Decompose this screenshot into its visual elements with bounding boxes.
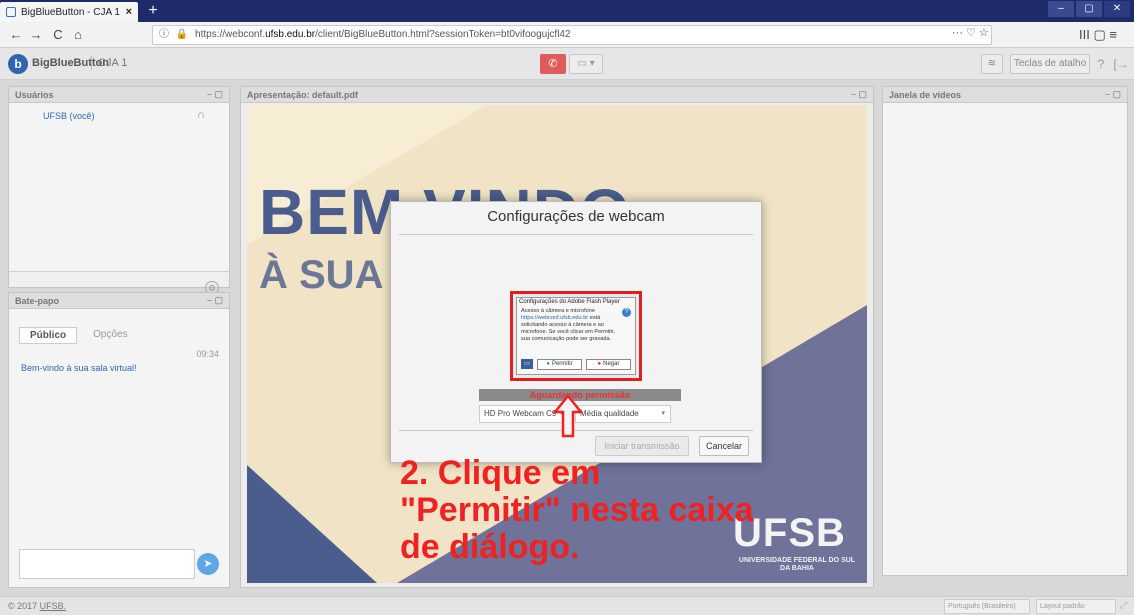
deny-button[interactable]: ● Negar xyxy=(586,358,631,370)
videos-panel-title: Janela de vídeos xyxy=(889,90,962,100)
headset-icon: ∩ xyxy=(197,109,205,121)
flash-permission-panel: Configurações do Adobe Flash Player ? Ac… xyxy=(516,297,636,375)
dialog-divider xyxy=(399,234,753,235)
audio-phone-button[interactable]: ✆ xyxy=(540,54,566,74)
bbb-header: b BigBlueButton CJA 1 ✆ ▭ ▾ ≋ Teclas de … xyxy=(0,48,1134,80)
help-icon[interactable]: ? xyxy=(1092,54,1110,74)
fullscreen-icon[interactable]: ⤢ xyxy=(1120,600,1127,611)
users-panel: Usuários – ▢ UFSB (você) ∩ ⚙ xyxy=(8,86,230,295)
tab-close-icon[interactable]: × xyxy=(126,6,132,18)
info-icon[interactable]: ⓘ xyxy=(159,29,169,40)
maximize-button[interactable]: ▢ xyxy=(1076,1,1102,17)
lock-icon: 🔒 xyxy=(175,29,189,40)
browser-tab-bar: BigBlueButton - CJA 1 × + – ▢ ✕ xyxy=(0,0,1134,22)
cancel-button[interactable]: Cancelar xyxy=(699,436,749,456)
videos-panel-controls[interactable]: – ▢ xyxy=(1105,89,1121,100)
forward-button[interactable]: → xyxy=(26,26,46,44)
presentation-panel-title: Apresentação: default.pdf xyxy=(247,90,359,100)
browser-tab[interactable]: BigBlueButton - CJA 1 × xyxy=(0,2,138,22)
users-panel-body: UFSB (você) ∩ ⚙ xyxy=(9,103,229,295)
presentation-panel-controls[interactable]: – ▢ xyxy=(851,89,867,100)
monitor-icon[interactable]: ▭ xyxy=(521,359,533,369)
tab-options[interactable]: Opções xyxy=(83,327,137,344)
copyright-link[interactable]: UFSB. xyxy=(40,601,67,611)
layout-select[interactable]: Layout padrão xyxy=(1036,599,1116,614)
language-select-value: Português (Brasileiro) xyxy=(948,603,1016,610)
videos-panel: Janela de vídeos – ▢ xyxy=(882,86,1128,576)
url-actions[interactable]: ··· ♡ ☆ xyxy=(952,26,989,39)
instruction-annotation: 2. Clique em "Permitir" nesta caixa de d… xyxy=(400,454,754,566)
users-panel-controls[interactable]: – ▢ xyxy=(207,89,223,100)
deny-button-label: Negar xyxy=(603,360,620,367)
url-prefix: https://webconf. xyxy=(195,29,266,40)
chat-welcome-message: Bem-vindo à sua sala virtual! xyxy=(21,363,137,373)
webcam-button[interactable]: ▭ ▾ xyxy=(569,54,603,74)
slide-subheading: À SUA xyxy=(259,253,384,297)
videos-panel-header: Janela de vídeos – ▢ xyxy=(883,87,1127,103)
shortcuts-button[interactable]: Teclas de atalho xyxy=(1010,54,1090,74)
up-arrow-icon xyxy=(553,394,583,438)
flash-message-heading: Acesso à câmera e microfone xyxy=(521,308,595,314)
chevron-down-icon: ▾ xyxy=(661,410,665,417)
new-tab-button[interactable]: + xyxy=(144,2,162,20)
flash-help-icon[interactable]: ? xyxy=(622,308,631,317)
allow-button[interactable]: ● Permitir xyxy=(537,358,582,370)
reload-button[interactable]: C xyxy=(48,26,68,44)
copyright-prefix: © 2017 xyxy=(8,601,40,611)
start-transmission-button[interactable]: Iniciar transmissão xyxy=(595,436,689,456)
send-icon[interactable]: ➤ xyxy=(197,553,219,575)
flash-buttons: ▭ ● Permitir ● Negar xyxy=(521,358,631,370)
flash-message: Acesso à câmera e microfone https://webc… xyxy=(521,308,621,343)
chat-tabs: Público Opções xyxy=(19,327,138,344)
browser-nav-bar: ← → C ⌂ ⓘ 🔒 https://webconf.ufsb.edu.br/… xyxy=(0,22,1134,48)
room-name: CJA 1 xyxy=(98,57,128,69)
users-panel-footer: ⚙ xyxy=(9,271,229,295)
header-divider xyxy=(91,56,92,70)
close-window-button[interactable]: ✕ xyxy=(1104,1,1130,17)
connection-status-icon[interactable]: ≋ xyxy=(981,54,1003,74)
chat-input[interactable] xyxy=(19,549,195,579)
url-path: /client/BigBlueButton.html?sessionToken=… xyxy=(315,29,571,40)
quality-select-value: Média qualidade xyxy=(580,409,639,418)
language-select[interactable]: Português (Brasileiro) xyxy=(944,599,1030,614)
browser-menu-icons[interactable]: III ▢ ≡ xyxy=(1068,26,1128,44)
chat-panel-header: Bate-papo – ▢ xyxy=(9,293,229,309)
back-button[interactable]: ← xyxy=(6,26,26,44)
user-name[interactable]: UFSB (você) xyxy=(43,111,95,121)
chat-panel-title: Bate-papo xyxy=(15,296,60,306)
url-bar[interactable]: ⓘ 🔒 https://webconf.ufsb.edu.br/client/B… xyxy=(152,25,992,45)
bbb-logo-icon: b xyxy=(8,54,28,74)
home-button[interactable]: ⌂ xyxy=(68,26,88,44)
camera-select-value: HD Pro Webcam C9 xyxy=(484,409,557,418)
logout-icon[interactable]: [→ xyxy=(1112,54,1130,74)
copyright: © 2017 UFSB. xyxy=(8,601,66,611)
presentation-panel-header: Apresentação: default.pdf – ▢ xyxy=(241,87,873,103)
minimize-button[interactable]: – xyxy=(1048,1,1074,17)
tab-public[interactable]: Público xyxy=(19,327,78,344)
allow-button-label: Permitir xyxy=(551,360,573,367)
chat-panel-body: Público Opções 09:34 Bem-vindo à sua sal… xyxy=(9,309,229,587)
bbb-favicon-icon xyxy=(6,7,16,17)
quality-select[interactable]: Média qualidade ▾ xyxy=(575,405,671,423)
chat-panel: Bate-papo – ▢ Público Opções 09:34 Bem-v… xyxy=(8,292,230,588)
layout-select-value: Layout padrão xyxy=(1040,603,1085,610)
window-controls: – ▢ ✕ xyxy=(1048,1,1130,17)
flash-title: Configurações do Adobe Flash Player xyxy=(519,299,620,305)
videos-panel-body xyxy=(883,103,1127,575)
chat-timestamp: 09:34 xyxy=(196,349,219,359)
url-domain: ufsb.edu.br xyxy=(265,29,316,40)
chat-panel-controls[interactable]: – ▢ xyxy=(207,295,223,306)
users-panel-header: Usuários – ▢ xyxy=(9,87,229,103)
footer: © 2017 UFSB. Português (Brasileiro) Layo… xyxy=(0,596,1134,615)
dialog-title: Configurações de webcam xyxy=(487,208,665,225)
flash-permission-box: Configurações do Adobe Flash Player ? Ac… xyxy=(510,291,642,381)
users-panel-title: Usuários xyxy=(15,90,54,100)
tab-title: BigBlueButton - CJA 1 xyxy=(21,6,120,18)
flash-message-link: https://webconf.ufsb.edu.br xyxy=(521,315,589,321)
